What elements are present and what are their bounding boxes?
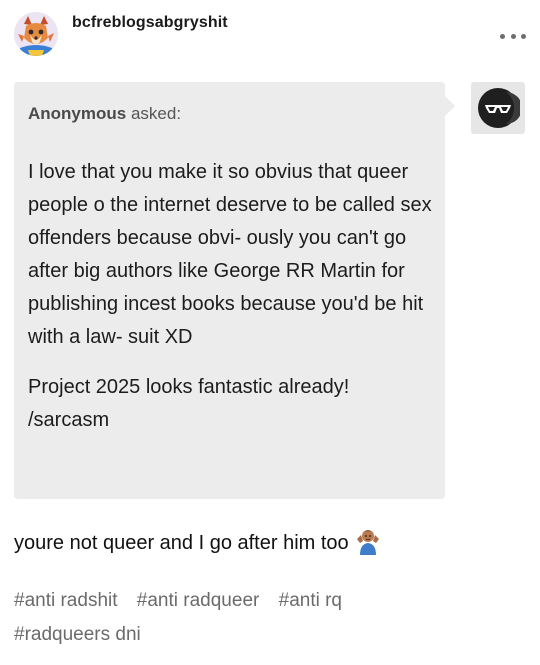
fox-avatar-icon bbox=[14, 12, 58, 56]
blog-username[interactable]: bcfreblogsabgryshit bbox=[72, 14, 228, 32]
dot-icon bbox=[521, 33, 526, 39]
reply-text-block: youre not queer and I go after him too bbox=[14, 527, 524, 558]
more-options-button[interactable] bbox=[500, 32, 526, 40]
person-shrugging-emoji-icon bbox=[355, 527, 381, 555]
tag-link[interactable]: #anti rq bbox=[279, 590, 342, 611]
post-header: bcfreblogsabgryshit bbox=[14, 12, 526, 62]
anonymous-avatar bbox=[471, 82, 525, 134]
blog-avatar[interactable] bbox=[14, 12, 58, 56]
ask-paragraph: I love that you make it so obvius that q… bbox=[28, 161, 432, 348]
dot-icon bbox=[500, 33, 505, 39]
ask-body: I love that you make it so obvius that q… bbox=[28, 156, 433, 437]
anonymous-sunglasses-icon bbox=[478, 88, 520, 128]
ask-bubble: Anonymous asked: I love that you make it… bbox=[14, 82, 455, 499]
reply-text: youre not queer and I go after him too bbox=[14, 532, 349, 554]
ask-paragraph: Project 2025 looks fantastic already! /s… bbox=[28, 376, 350, 431]
dot-icon bbox=[510, 33, 516, 39]
asker-name: Anonymous bbox=[28, 104, 127, 123]
post-tags: #anti radshit #anti radqueer #anti rq #r… bbox=[14, 584, 514, 652]
tag-link[interactable]: #radqueers dni bbox=[14, 624, 141, 645]
asker-line: Anonymous asked: bbox=[28, 104, 181, 124]
tag-link[interactable]: #anti radqueer bbox=[137, 590, 260, 611]
tag-link[interactable]: #anti radshit bbox=[14, 590, 118, 611]
asked-label: asked: bbox=[130, 104, 182, 123]
